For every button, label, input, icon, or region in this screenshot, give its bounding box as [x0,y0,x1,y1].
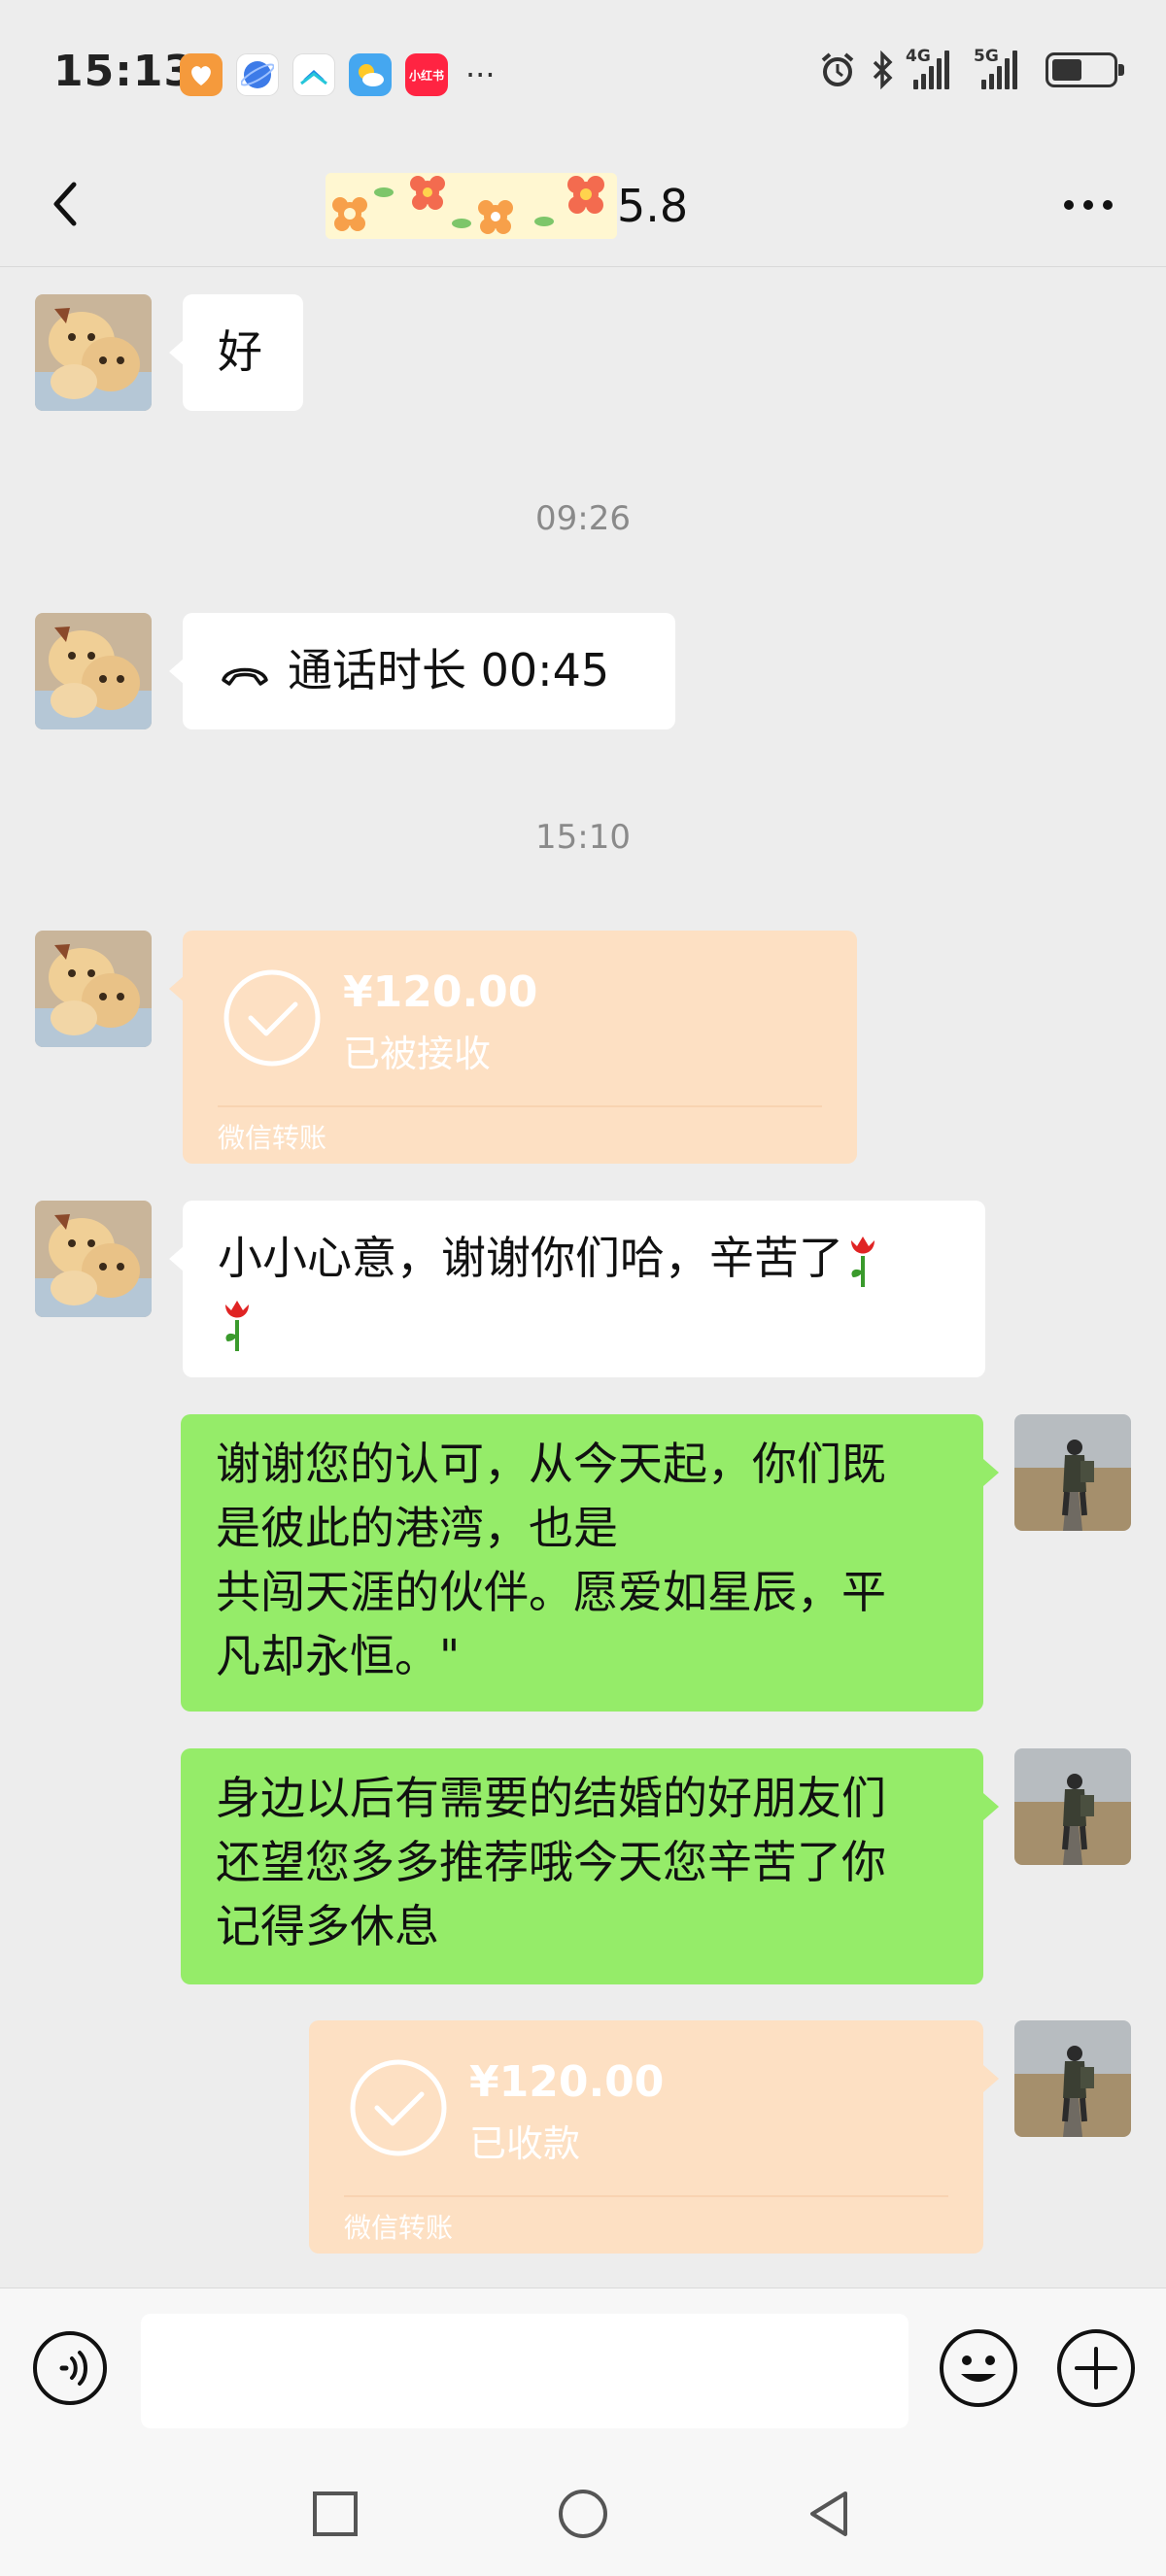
more-horizontal-icon [1064,200,1113,210]
status-time: 15:13 [53,47,195,96]
cloud-app-icon [292,53,335,96]
status-bar: 15:13 小红书 ··· 4G 5G [0,0,1166,146]
recent-apps-button[interactable] [303,2482,367,2546]
emoji-button[interactable] [938,2327,1019,2409]
signal-4g-icon: 4G [906,47,956,89]
phone-hangup-icon [222,667,268,686]
chat-title: 5.8 [326,167,688,245]
more-notifications-icon: ··· [465,56,496,93]
message-line: 是彼此的港湾，也是 [216,1502,618,1554]
rose-emoji-icon [225,1301,249,1351]
flower-sticker-icon [326,173,617,239]
smiley-icon [940,2329,1017,2407]
triangle-back-icon [810,2491,847,2536]
transfer-status: 已被接收 [343,1033,492,1075]
timestamp: 09:26 [535,499,631,538]
divider [344,2195,948,2197]
plus-circle-icon [1057,2329,1135,2407]
transfer-card-received[interactable]: ¥120.00 已被接收 微信转账 [183,931,857,1164]
contact-avatar[interactable] [35,931,152,1047]
message-bubble-sent[interactable]: 身边以后有需要的结婚的好朋友们 还望您多多推荐哦今天您辛苦了你 记得多休息 [181,1748,983,1984]
message-text: 好 [218,325,262,378]
battery-level [1052,59,1081,81]
contact-avatar[interactable] [35,1201,152,1317]
bubble-tail [983,1459,999,1486]
message-input-bar [0,2288,1166,2453]
chat-header: 5.8 [0,146,1166,267]
xiaohongshu-app-icon: 小红书 [405,53,448,96]
transfer-brand-label: 微信转账 [344,2212,454,2244]
bubble-tail [983,2065,999,2092]
message-input[interactable] [141,2314,909,2428]
transfer-card-accepted[interactable]: ¥120.00 已收款 微信转账 [309,2020,983,2254]
voice-icon [33,2331,107,2405]
message-text: 小小心意，谢谢你们哈，辛苦了 [218,1232,843,1284]
message-bubble-received[interactable]: 好 [183,294,303,411]
bluetooth-icon [873,51,893,89]
signal-5g-icon: 5G [974,47,1024,89]
message-line: 记得多休息 [216,1900,439,1952]
message-bubble-received[interactable]: 小小心意，谢谢你们哈，辛苦了 [183,1201,985,1377]
call-duration-label: 通话时长 00:45 [288,644,610,696]
more-options-button[interactable] [1059,181,1117,229]
check-circle-icon [223,969,321,1067]
contact-avatar[interactable] [35,613,152,729]
notification-app-icons: 小红书 ··· [180,53,496,96]
weather-app-icon [349,53,392,96]
square-icon [313,2491,358,2536]
my-avatar[interactable] [1014,1748,1131,1865]
timestamp: 15:10 [535,818,631,857]
transfer-status: 已收款 [469,2122,581,2165]
back-nav-button[interactable] [797,2482,861,2546]
heart-app-icon [180,53,223,96]
transfer-brand-label: 微信转账 [218,1122,327,1154]
chat-title-suffix: 5.8 [617,180,689,232]
more-actions-button[interactable] [1055,2327,1137,2409]
message-line: 还望您多多推荐哦今天您辛苦了你 [216,1836,886,1888]
my-avatar[interactable] [1014,1414,1131,1531]
bubble-tail [983,1793,999,1820]
message-line: 身边以后有需要的结婚的好朋友们 [216,1772,886,1824]
message-line: 共闯天涯的伙伴。愿爱如星辰，平 [216,1566,886,1618]
message-line: 凡却永恒。" [216,1630,461,1682]
contact-avatar[interactable] [35,294,152,411]
battery-icon [1046,52,1124,87]
message-bubble-sent[interactable]: 谢谢您的认可，从今天起，你们既 是彼此的港湾，也是 共闯天涯的伙伴。愿爱如星辰，… [181,1414,983,1712]
home-button[interactable] [551,2482,615,2546]
chevron-left-icon [53,182,77,226]
alarm-icon [821,52,854,86]
transfer-amount: ¥120.00 [469,2057,665,2107]
check-circle-icon [350,2059,447,2156]
message-line: 谢谢您的认可，从今天起，你们既 [216,1438,886,1490]
system-nav-bar [0,2453,1166,2576]
transfer-amount: ¥120.00 [343,967,538,1017]
my-avatar[interactable] [1014,2020,1131,2137]
back-button[interactable] [39,175,97,233]
voice-input-button[interactable] [31,2329,109,2407]
chat-screen: 15:13 小红书 ··· 4G 5G 5.8 好 09:26 通话时长 00:… [0,0,1166,2576]
circle-icon [559,2490,607,2538]
browser-app-icon [236,53,279,96]
call-record-bubble[interactable]: 通话时长 00:45 [183,613,675,729]
divider [218,1105,822,1107]
rose-emoji-icon [851,1236,874,1287]
system-status-icons: 4G 5G [818,47,1124,89]
